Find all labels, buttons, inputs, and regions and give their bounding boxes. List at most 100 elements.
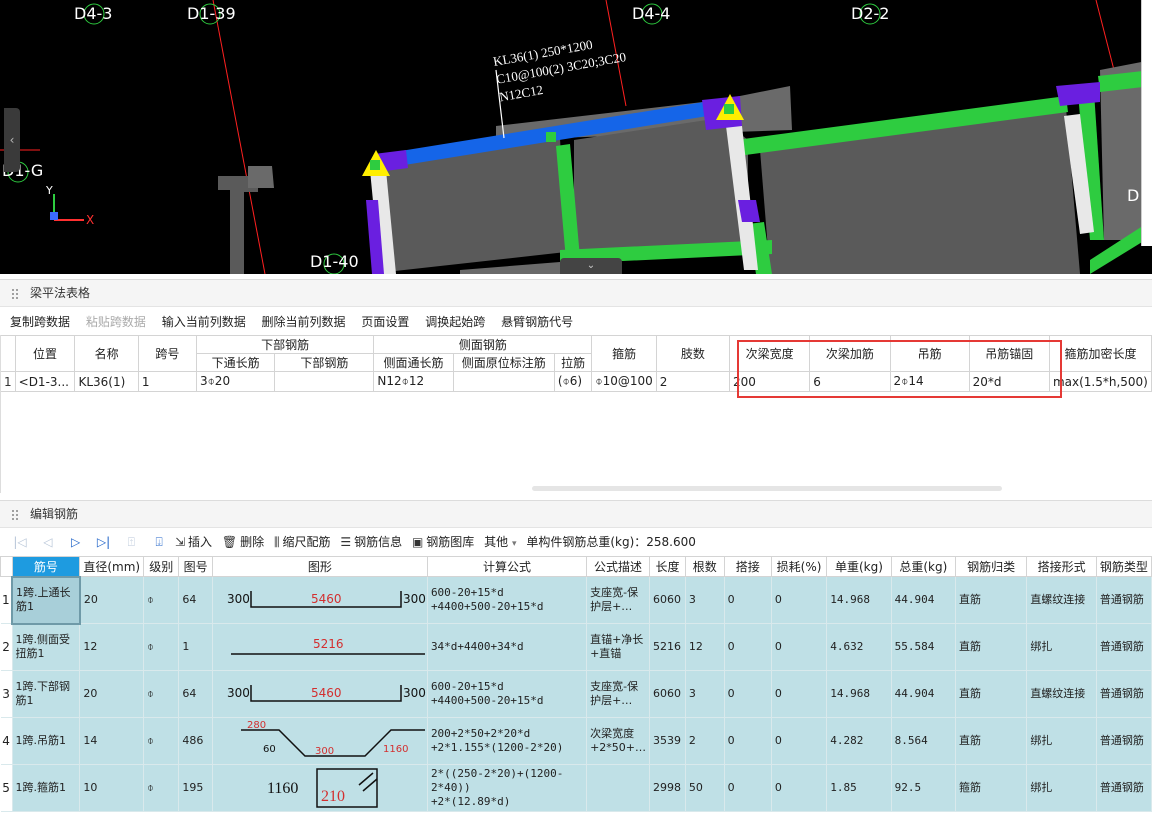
cell-lap[interactable]: 0 [723,670,772,718]
col-header-position[interactable]: 位置 [14,335,76,372]
cell-count[interactable]: 3 [684,576,725,624]
cell-length[interactable]: 5216 [649,623,686,671]
cell-grade[interactable]: ⌽ [143,670,180,718]
col-header-legs[interactable]: 肢数 [655,335,730,372]
col-header-hanger-bar[interactable]: 吊筋 [889,335,970,372]
cell-category[interactable]: 直筋 [955,717,1028,765]
cell-lap-type[interactable]: 绑扎 [1026,623,1097,671]
delete-button[interactable]: 🗑 删除 [222,528,264,556]
cell-shape[interactable]: 1160 210 [211,764,428,812]
cell-formula-desc[interactable]: 支座宽-保护层+… [586,670,651,718]
col-header-name[interactable]: 名称 [74,335,139,372]
cell-total-weight[interactable]: 44.904 [890,576,957,624]
cell-bar-no[interactable]: 1跨.吊筋1 [11,717,81,765]
cell-shape[interactable]: 280 60 300 1160 [211,717,428,765]
cell-stirrup[interactable]: ⌽10@100 [591,371,657,392]
cell-count[interactable]: 2 [684,717,725,765]
cell-formula-desc[interactable]: 直锚+净长+直锚 [586,623,651,671]
cell-lap-type[interactable]: 绑扎 [1026,717,1097,765]
cell-shape[interactable]: 300 5460 300 [211,670,428,718]
col-header-diameter[interactable]: 直径(mm) [79,556,145,577]
cell-formula[interactable]: 600-20+15*d +4400+500-20+15*d [426,670,588,718]
cell-total-weight[interactable]: 44.904 [890,670,957,718]
cell-category[interactable]: 箍筋 [955,764,1028,812]
table-row[interactable]: 5 1跨.箍筋1 10 ⌽ 195 1160 210 2*((250-2*20)… [0,764,1152,812]
cell-grade[interactable]: ⌽ [143,717,180,765]
col-header-tie-bar[interactable]: 拉筋 [553,353,593,372]
cell-unit-weight[interactable]: 14.968 [826,670,892,718]
col-header-rebar-type[interactable]: 钢筋类型 [1095,556,1152,577]
col-header-length[interactable]: 长度 [649,556,686,577]
next-record-icon[interactable]: ▷ [64,528,88,556]
col-header-side-continuous[interactable]: 侧面通长筋 [373,353,454,372]
cell-grade[interactable]: ⌽ [143,764,180,812]
cell-legs[interactable]: 2 [655,371,730,392]
last-record-icon[interactable]: ▷| [91,528,115,556]
cell-total-weight[interactable]: 8.564 [890,717,957,765]
cell-rebar-type[interactable]: 普通钢筋 [1095,576,1152,624]
cell-diameter[interactable]: 20 [79,670,145,718]
page-setup-button[interactable]: 页面设置 [361,315,409,329]
col-header-side-in-situ[interactable]: 侧面原位标注筋 [452,353,555,372]
table-row[interactable]: 4 1跨.吊筋1 14 ⌽ 486 280 60 300 1160 200+2*… [0,717,1152,765]
cell-shape[interactable]: 300 5460 300 [211,576,428,624]
cell-lap-type[interactable]: 直螺纹连接 [1026,576,1097,624]
rebar-info-button[interactable]: ☰ 钢筋信息 [340,528,402,556]
cell-formula-desc[interactable]: 支座宽-保护层+… [586,576,651,624]
right-view-toolbar[interactable] [1141,0,1152,246]
move-down-icon[interactable]: ⍗ [147,528,171,556]
copy-span-data-button[interactable]: 复制跨数据 [10,315,70,329]
cell-bottom-continuous[interactable]: 3⌽20 [195,371,276,392]
cell-figure-no[interactable]: 64 [178,670,213,718]
cell-rebar-type[interactable]: 普通钢筋 [1095,764,1152,812]
cell-unit-weight[interactable]: 4.282 [826,717,892,765]
other-dropdown[interactable]: 其他 ▾ [484,528,516,558]
col-header-formula-desc[interactable]: 公式描述 [586,556,651,577]
first-record-icon[interactable]: |◁ [8,528,32,556]
cell-figure-no[interactable]: 486 [178,717,213,765]
col-header-category[interactable]: 钢筋归类 [955,556,1028,577]
input-column-data-button[interactable]: 输入当前列数据 [162,315,246,329]
col-header-span[interactable]: 跨号 [137,335,197,372]
cell-length[interactable]: 2998 [649,764,686,812]
col-header-figure-no[interactable]: 图号 [178,556,213,577]
cell-hanger-bar[interactable]: 2⌽14 [889,371,970,392]
cell-lap-type[interactable]: 绑扎 [1026,764,1097,812]
col-header-lap[interactable]: 搭接 [723,556,772,577]
cell-figure-no[interactable]: 195 [178,764,213,812]
col-header-lap-type[interactable]: 搭接形式 [1026,556,1097,577]
cell-formula[interactable]: 600-20+15*d +4400+500-20+15*d [426,576,588,624]
col-header-bar-no[interactable]: 筋号 [11,556,81,577]
left-panel-collapse-button[interactable]: ‹ [4,108,20,172]
cell-category[interactable]: 直筋 [955,670,1028,718]
cell-stirrup-dense-length[interactable]: max(1.5*h,500) [1048,371,1152,392]
table-row[interactable]: 1 <D1-3... KL36(1) 1 3⌽20 N12⌽12 (⌽6) ⌽1… [1,371,1152,392]
cell-position[interactable]: <D1-3... [14,371,76,392]
cell-shape[interactable]: 5216 [211,623,428,671]
col-header-hanger-anchorage[interactable]: 吊筋锚固 [968,335,1050,372]
cell-formula-desc[interactable] [586,764,651,812]
drag-grip-icon[interactable] [11,509,19,521]
delete-column-data-button[interactable]: 删除当前列数据 [262,315,346,329]
cell-hanger-anchorage[interactable]: 20*d [968,371,1050,392]
previous-record-icon[interactable]: ◁ [36,528,60,556]
cell-bar-no[interactable]: 1跨.侧面受扭筋1 [11,623,81,671]
cad-viewport[interactable]: KL36(1) 250*1200 C10@100(2) 3C20;3C20 N1… [0,0,1152,274]
cantilever-code-button[interactable]: 悬臂钢筋代号 [501,315,573,329]
table-row[interactable]: 3 1跨.下部钢筋1 20 ⌽ 64 300 5460 300 600-20+1… [0,670,1152,718]
col-header-shape[interactable]: 图形 [211,556,428,577]
col-header-total-weight[interactable]: 总重(kg) [890,556,957,577]
horizontal-scrollbar[interactable] [532,486,1002,491]
cell-diameter[interactable]: 20 [79,576,145,624]
cell-formula-desc[interactable]: 次梁宽度+2*50+… [586,717,651,765]
col-header-grade[interactable]: 级别 [143,556,180,577]
cell-diameter[interactable]: 10 [79,764,145,812]
table-row[interactable]: 2 1跨.侧面受扭筋1 12 ⌽ 1 5216 34*d+4400+34*d 直… [0,623,1152,671]
cell-lap[interactable]: 0 [723,717,772,765]
col-header-formula[interactable]: 计算公式 [426,556,588,577]
cell-lap-type[interactable]: 直螺纹连接 [1026,670,1097,718]
cell-total-weight[interactable]: 55.584 [890,623,957,671]
cell-length[interactable]: 3539 [649,717,686,765]
cell-formula[interactable]: 200+2*50+2*20*d +2*1.155*(1200-2*20) [426,717,588,765]
paste-span-data-button[interactable]: 粘贴跨数据 [86,315,146,329]
